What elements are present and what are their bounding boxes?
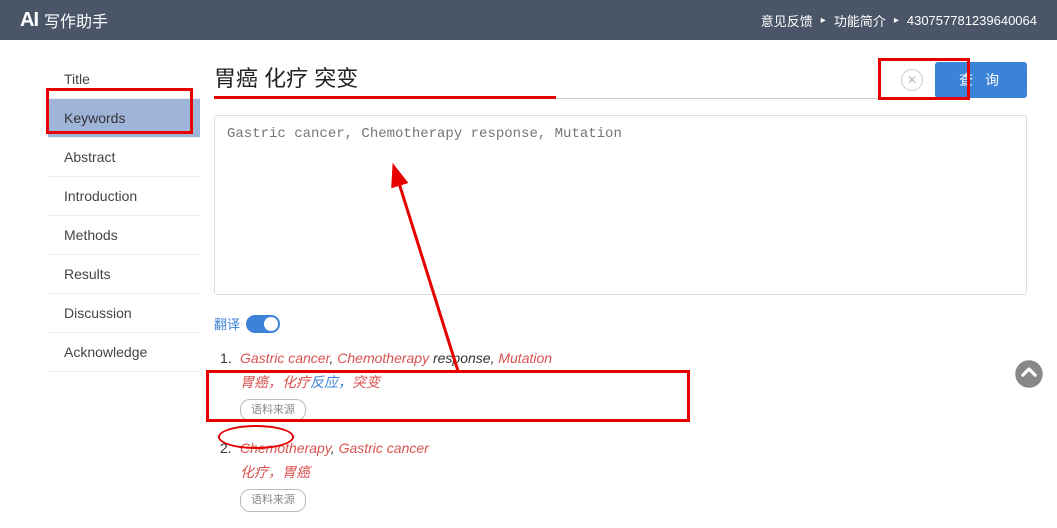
separator-icon: ▸ [894,15,899,26]
sidebar: Title Keywords Abstract Introduction Met… [0,40,200,528]
sidebar-item-acknowledge[interactable]: Acknowledge [48,333,200,372]
sidebar-item-methods[interactable]: Methods [48,216,200,255]
result-english: Gastric cancer, Chemotherapy response, M… [240,347,1027,371]
sidebar-item-introduction[interactable]: Introduction [48,177,200,216]
sidebar-item-title[interactable]: Title [48,60,200,99]
results-list: 1. Gastric cancer, Chemotherapy response… [214,347,1027,512]
result-english: Chemotherapy, Gastric cancer [240,437,1027,461]
sidebar-item-keywords[interactable]: Keywords [48,99,200,138]
clear-icon[interactable]: ✕ [901,69,923,91]
source-tag[interactable]: 语料来源 [240,399,306,422]
header-links: 意见反馈 ▸ 功能简介 ▸ 430757781239640064 [761,11,1037,30]
search-input[interactable] [214,60,889,99]
result-number: 2. [220,437,240,511]
logo-text: 写作助手 [44,8,108,32]
arrow-up-circle-icon [1014,359,1044,389]
separator-icon: ▸ [821,15,826,26]
main-content: ✕ 查 询 翻译 1. Gastric cancer, Chemotherapy… [200,40,1057,528]
query-button[interactable]: 查 询 [935,62,1027,98]
userid-link[interactable]: 430757781239640064 [907,13,1037,28]
source-tag[interactable]: 语料来源 [240,489,306,512]
result-number: 1. [220,347,240,421]
result-chinese: 胃癌，化疗反应，突变 [240,371,1027,395]
logo-icon: AI [20,9,38,32]
translate-label: 翻译 [214,314,240,333]
features-link[interactable]: 功能简介 [834,11,886,30]
feedback-link[interactable]: 意见反馈 [761,11,813,30]
result-item: 2. Chemotherapy, Gastric cancer 化疗，胃癌 语料… [220,437,1027,511]
translate-toggle[interactable] [246,315,280,333]
keywords-textarea[interactable] [214,115,1027,295]
result-chinese: 化疗，胃癌 [240,461,1027,485]
sidebar-item-discussion[interactable]: Discussion [48,294,200,333]
logo: AI 写作助手 [20,8,108,32]
result-item: 1. Gastric cancer, Chemotherapy response… [220,347,1027,421]
translate-row: 翻译 [214,314,1027,333]
scroll-top-button[interactable] [1011,356,1047,392]
sidebar-item-abstract[interactable]: Abstract [48,138,200,177]
sidebar-item-results[interactable]: Results [48,255,200,294]
search-row: ✕ 查 询 [214,60,1027,99]
header-bar: AI 写作助手 意见反馈 ▸ 功能简介 ▸ 430757781239640064 [0,0,1057,40]
